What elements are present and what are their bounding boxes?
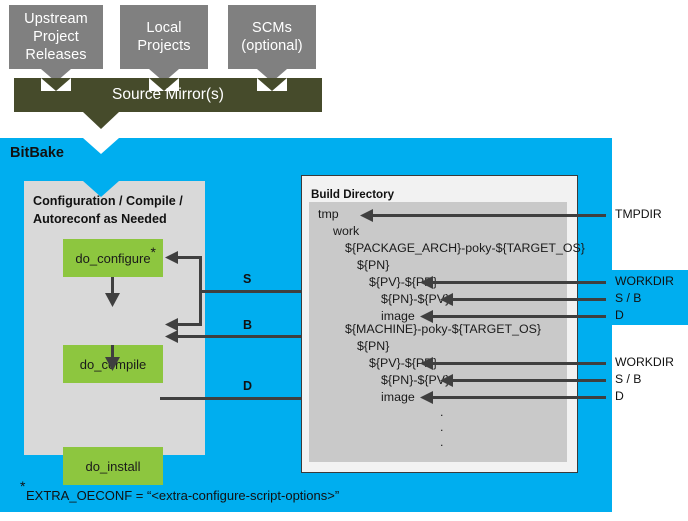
flow-label-s: S xyxy=(243,272,252,286)
task-do-configure[interactable]: do_configure * xyxy=(63,239,163,277)
tree-item-package-arch: ${PACKAGE_ARCH}-poky-${TARGET_OS} xyxy=(345,241,585,255)
variable-label-d-1: D xyxy=(615,308,624,322)
flow-label-d: D xyxy=(243,379,253,393)
workdir-1-line xyxy=(432,281,606,284)
tree-item-pn-pv-2: ${PN}-${PV} xyxy=(381,373,450,387)
workdir-2-line xyxy=(432,362,606,365)
tree-item-tmp: tmp xyxy=(318,207,339,221)
task-do-install[interactable]: do_install xyxy=(63,447,163,485)
tree-ellipsis-dot-2: . xyxy=(440,420,444,434)
source-box-label: Upstream Project Releases xyxy=(24,10,88,64)
d-2-line xyxy=(432,396,606,399)
tree-ellipsis-dot-1: . xyxy=(440,405,444,419)
flow-arrow-configure-to-compile-line xyxy=(111,277,114,295)
task-label: do_configure xyxy=(75,250,151,266)
variable-label-sb-2: S / B xyxy=(615,372,642,386)
source-box-scms-optional: SCMs (optional) xyxy=(228,5,316,82)
s-branch-to-compile xyxy=(176,323,201,326)
tree-item-pn-1: ${PN} xyxy=(357,258,390,272)
flow-label-b: B xyxy=(243,318,253,332)
tree-item-pn-2: ${PN} xyxy=(357,339,390,353)
tree-item-image-2: image xyxy=(381,390,415,404)
variable-label-workdir-2: WORKDIR xyxy=(615,355,674,369)
variable-label-workdir-1: WORKDIR xyxy=(615,274,674,288)
source-box-label: SCMs (optional) xyxy=(241,19,303,54)
b-line-horizontal xyxy=(176,335,310,338)
source-box-upstream-project-releases: Upstream Project Releases xyxy=(9,5,103,82)
config-panel-title: Configuration / Compile / Autoreconf as … xyxy=(33,194,183,227)
source-box-label: Local Projects xyxy=(137,19,191,54)
tmpdir-line xyxy=(372,214,606,217)
s-line-horizontal xyxy=(200,290,310,293)
source-box-local-projects: Local Projects xyxy=(120,5,208,82)
sb-2-line xyxy=(452,379,606,382)
task-label: do_install xyxy=(85,458,141,474)
variable-label-d-2: D xyxy=(615,389,624,403)
footnote-asterisk: * xyxy=(20,478,26,494)
s-branch-to-configure xyxy=(176,256,201,259)
mirror-arrow-point xyxy=(83,112,119,129)
flow-arrow-compile-to-install-line xyxy=(111,345,114,359)
footnote-text: EXTRA_OECONF = “<extra-configure-script-… xyxy=(26,488,340,503)
variable-label-tmpdir: TMPDIR xyxy=(615,207,662,221)
build-directory-title: Build Directory xyxy=(311,188,395,201)
s-line-vertical xyxy=(199,256,202,326)
diagram-canvas: BitBake Upstream Project Releases Local … xyxy=(0,0,688,521)
sb-1-line xyxy=(452,298,606,301)
tree-item-work: work xyxy=(333,224,360,238)
d-line-horizontal xyxy=(160,397,317,400)
d-1-line xyxy=(432,315,606,318)
source-mirror-bar: Source Mirror(s) xyxy=(14,78,322,112)
tree-item-machine: ${MACHINE}-poky-${TARGET_OS} xyxy=(345,322,542,336)
tree-item-pn-pv-1: ${PN}-${PV} xyxy=(381,292,450,306)
footnote-marker: * xyxy=(150,244,156,260)
tree-item-image-1: image xyxy=(381,309,415,323)
variable-label-sb-1: S / B xyxy=(615,291,642,305)
bitbake-label: BitBake xyxy=(10,145,64,161)
tree-ellipsis-dot-3: . xyxy=(440,435,444,449)
